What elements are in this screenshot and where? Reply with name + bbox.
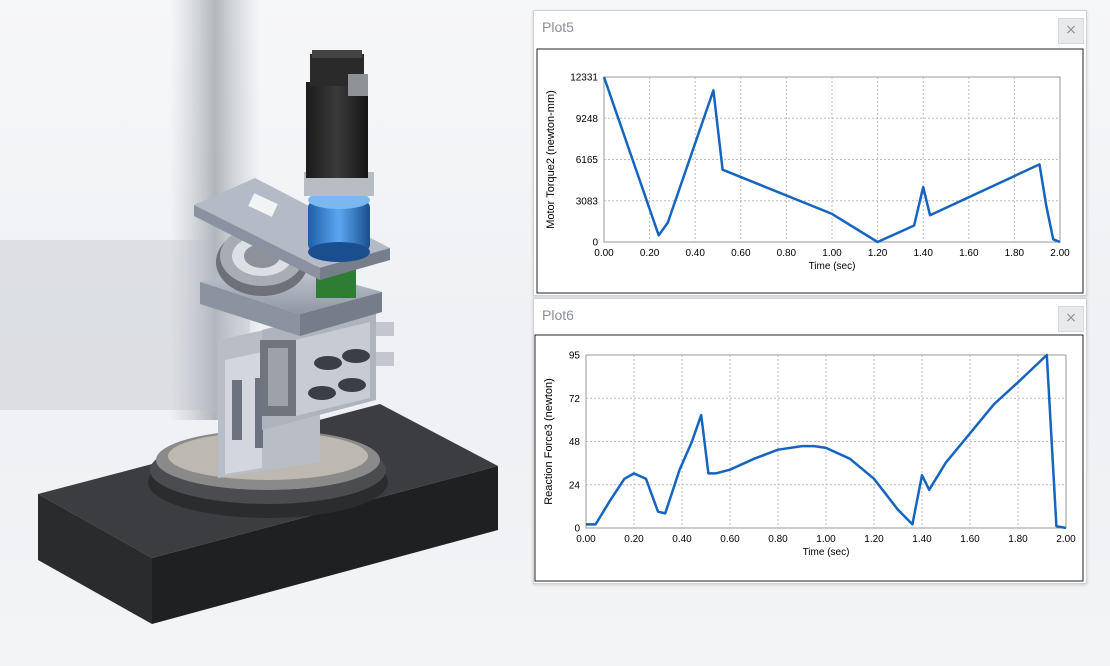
x-axis-label: Time (sec)	[803, 547, 850, 558]
x-tick-label: 1.20	[864, 534, 884, 545]
x-tick-label: 0.40	[685, 248, 705, 259]
x-tick-label: 0.20	[624, 534, 644, 545]
x-tick-label: 0.80	[768, 534, 788, 545]
y-tick-label: 72	[569, 394, 581, 405]
chart-reaction-force: 0.00 0.20 0.40 0.60 0.80 1.00 1.20 1.40 1.60 1.80…	[534, 334, 1084, 582]
x-tick-label: 1.00	[816, 534, 836, 545]
y-tick-label: 6165	[576, 155, 599, 166]
x-tick-label: 2.00	[1050, 248, 1070, 259]
y-tick-label: 24	[569, 480, 581, 491]
y-axis-label: Reaction Force3 (newton)	[543, 378, 555, 505]
x-tick-label: 1.60	[959, 248, 979, 259]
x-tick-label: 1.60	[960, 534, 980, 545]
x-tick-label: 1.00	[822, 248, 842, 259]
y-tick-label: 9248	[576, 114, 599, 125]
y-tick-label: 3083	[576, 196, 599, 207]
x-tick-label: 0.60	[731, 248, 751, 259]
y-tick-label: 0	[574, 524, 580, 535]
y-tick-label: 95	[569, 351, 581, 362]
x-tick-label: 0.60	[720, 534, 740, 545]
x-tick-label: 0.80	[777, 248, 797, 259]
x-tick-label: 1.80	[1005, 248, 1025, 259]
x-tick-label: 1.40	[912, 534, 932, 545]
y-tick-label: 48	[569, 437, 581, 448]
blue-gearbox	[308, 191, 370, 262]
x-tick-label: 1.40	[913, 248, 933, 259]
x-tick-label: 1.80	[1008, 534, 1028, 545]
y-tick-label: 12331	[570, 73, 598, 84]
plot-window-6[interactable]: Plot6 × 0.00 0.20 0.40 0.60 0.80 1.00 1.20 1.40…	[533, 298, 1087, 584]
x-tick-label: 0.00	[594, 248, 614, 259]
chart-motor-torque: 0.00 0.20 0.40 0.60 0.80 1.00 1.20 1.40 1.60 1.80…	[536, 48, 1084, 294]
y-axis-label: Motor Torque2 (newton-mm)	[545, 90, 557, 229]
servo-motor	[304, 50, 374, 196]
plot-window-5[interactable]: Plot5 × 0.00 0.20 0.40 0.60 0.80 1.00 1.20 1.40…	[533, 10, 1087, 296]
x-tick-label: 0.20	[640, 248, 660, 259]
y-tick-label: 0	[592, 238, 598, 249]
x-tick-label: 0.40	[672, 534, 692, 545]
x-tick-label: 1.20	[868, 248, 888, 259]
x-tick-label: 2.00	[1056, 534, 1076, 545]
x-tick-label: 0.00	[576, 534, 596, 545]
x-axis-label: Time (sec)	[809, 261, 856, 272]
